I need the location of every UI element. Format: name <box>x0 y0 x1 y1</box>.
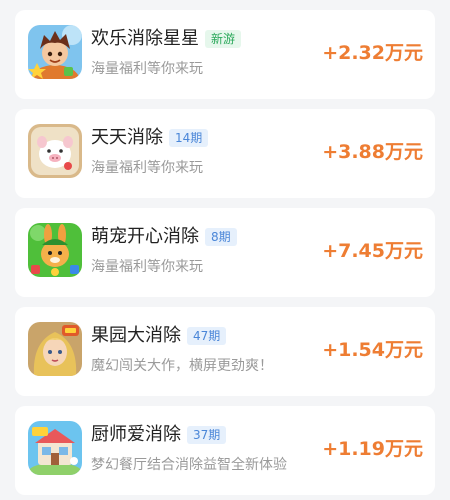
reward-amount: +1.54万元 <box>322 339 423 361</box>
cartoon-boy-game-icon[interactable] <box>28 25 82 79</box>
period-badge: 37期 <box>187 426 227 444</box>
game-card[interactable]: 萌宠开心消除 8期 海量福利等你来玩 +7.45万元 <box>15 208 435 297</box>
title-row: 欢乐消除星星 新游 <box>91 27 242 51</box>
period-badge: 8期 <box>205 228 237 246</box>
title-row: 厨师爱消除 37期 <box>91 423 227 447</box>
blonde-girl-game-icon[interactable] <box>28 322 82 376</box>
reward-amount: +2.32万元 <box>322 42 423 64</box>
game-subtitle: 魔幻闯关大作，横屏更劲爽！ <box>91 358 273 374</box>
title-row: 天天消除 14期 <box>91 126 209 150</box>
game-title: 天天消除 <box>91 127 163 148</box>
game-subtitle: 梦幻餐厅结合消除益智全新体验 <box>91 457 287 473</box>
game-title: 欢乐消除星星 <box>91 28 199 49</box>
game-title: 果园大消除 <box>91 325 181 346</box>
reward-amount: +3.88万元 <box>322 141 423 163</box>
white-pig-game-icon[interactable] <box>28 124 82 178</box>
title-row: 萌宠开心消除 8期 <box>91 225 237 249</box>
game-card[interactable]: 天天消除 14期 海量福利等你来玩 +3.88万元 <box>15 109 435 198</box>
game-title: 萌宠开心消除 <box>91 226 199 247</box>
rabbit-pet-game-icon[interactable] <box>28 223 82 277</box>
game-card[interactable]: 厨师爱消除 37期 梦幻餐厅结合消除益智全新体验 +1.19万元 <box>15 406 435 495</box>
game-card[interactable]: 果园大消除 47期 魔幻闯关大作，横屏更劲爽！ +1.54万元 <box>15 307 435 396</box>
game-subtitle: 海量福利等你来玩 <box>91 259 203 275</box>
game-subtitle: 海量福利等你来玩 <box>91 160 203 176</box>
period-badge: 47期 <box>187 327 227 345</box>
title-row: 果园大消除 47期 <box>91 324 227 348</box>
period-badge: 14期 <box>169 129 209 147</box>
new-game-badge: 新游 <box>205 30 242 48</box>
reward-amount: +7.45万元 <box>322 240 423 262</box>
game-card[interactable]: 欢乐消除星星 新游 海量福利等你来玩 +2.32万元 <box>15 10 435 99</box>
game-list: 欢乐消除星星 新游 海量福利等你来玩 +2.32万元 天天消除 14期 海量福利… <box>0 0 450 500</box>
game-title: 厨师爱消除 <box>91 424 181 445</box>
reward-amount: +1.19万元 <box>322 438 423 460</box>
restaurant-building-game-icon[interactable] <box>28 421 82 475</box>
game-subtitle: 海量福利等你来玩 <box>91 61 203 77</box>
